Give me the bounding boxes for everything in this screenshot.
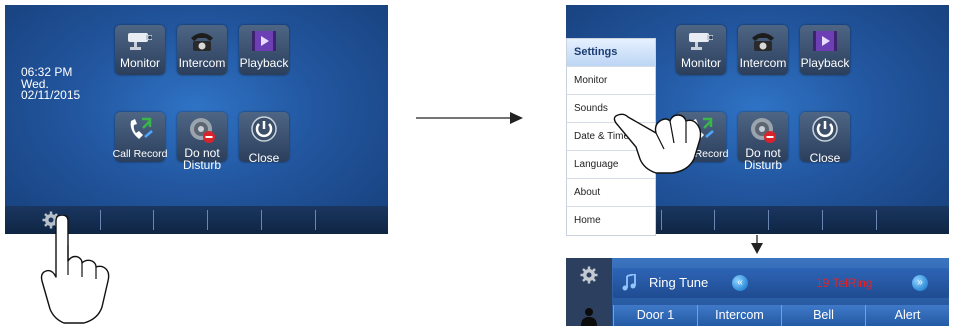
- film-icon: [252, 31, 276, 51]
- tile-close[interactable]: Close: [800, 112, 850, 164]
- film-icon: [813, 31, 837, 51]
- tab-bell[interactable]: Bell: [781, 305, 865, 326]
- tile-dnd-label-2: Disturb: [743, 158, 782, 172]
- clock-date: 02/11/2015: [21, 88, 81, 102]
- music-note-icon: [622, 274, 636, 291]
- next-tone-button[interactable]: »: [912, 275, 928, 291]
- tile-close[interactable]: Close: [239, 112, 289, 164]
- taskbar-divider: [876, 210, 877, 230]
- tile-monitor[interactable]: Monitor: [115, 25, 165, 75]
- hand-pointer-icon: [40, 215, 110, 324]
- power-icon: [812, 116, 838, 142]
- taskbar-divider: [261, 210, 262, 230]
- tab-alert[interactable]: Alert: [865, 305, 949, 326]
- call-record-icon: [130, 117, 153, 139]
- tile-do-not-disturb[interactable]: Do not Disturb: [177, 112, 227, 171]
- camera-icon: [128, 33, 152, 50]
- tile-call-record[interactable]: Call Record: [113, 112, 167, 162]
- tile-monitor-label: Monitor: [119, 56, 160, 70]
- menu-item-about[interactable]: About: [567, 178, 655, 206]
- clock: 06:32 PM Wed. 02/11/2015: [21, 66, 81, 102]
- ring-tune-row: Ring Tune « 19 TelRing »: [613, 268, 949, 298]
- tile-dnd-label-2: Disturb: [182, 158, 221, 172]
- camera-icon: [689, 33, 713, 50]
- taskbar-divider: [661, 210, 662, 230]
- ring-tune-label: Ring Tune: [649, 275, 709, 290]
- ring-tune-panel: Ring Tune « 19 TelRing » Door 1 Intercom…: [566, 258, 949, 326]
- taskbar-divider: [768, 210, 769, 230]
- speaker-muted-icon: [190, 118, 215, 143]
- ring-tune-value: 19 TelRing: [816, 276, 873, 290]
- settings-menu-title: Settings: [567, 39, 655, 66]
- tile-intercom-label: Intercom: [739, 56, 787, 70]
- tile-call-record-label: Call Record: [112, 148, 168, 160]
- tab-intercom[interactable]: Intercom: [697, 305, 781, 326]
- contact-icon[interactable]: [580, 306, 598, 326]
- hand-pointer-icon: [613, 113, 702, 174]
- phone-icon: [191, 33, 213, 51]
- tile-do-not-disturb[interactable]: Do not Disturb: [738, 112, 788, 171]
- tile-monitor-label: Monitor: [680, 56, 721, 70]
- tile-playback[interactable]: Playback: [239, 25, 289, 75]
- tab-door-1[interactable]: Door 1: [613, 305, 697, 326]
- tile-playback[interactable]: Playback: [800, 25, 850, 75]
- taskbar-divider: [714, 210, 715, 230]
- tile-intercom[interactable]: Intercom: [177, 25, 227, 75]
- menu-item-home[interactable]: Home: [567, 206, 655, 234]
- power-icon: [251, 116, 277, 142]
- taskbar-divider: [822, 210, 823, 230]
- tile-intercom-label: Intercom: [178, 56, 226, 70]
- tile-playback-label: Playback: [800, 56, 850, 70]
- taskbar-divider: [153, 210, 154, 230]
- tile-playback-label: Playback: [239, 56, 289, 70]
- gear-icon[interactable]: [580, 266, 598, 284]
- ring-panel-sidebar: [566, 258, 612, 326]
- taskbar-divider: [315, 210, 316, 230]
- tile-intercom[interactable]: Intercom: [738, 25, 788, 75]
- prev-tone-button[interactable]: «: [732, 275, 748, 291]
- taskbar-divider: [207, 210, 208, 230]
- speaker-muted-icon: [751, 118, 776, 143]
- home-screen-left: 06:32 PM Wed. 02/11/2015 Monitor Interco…: [5, 5, 388, 234]
- tile-monitor[interactable]: Monitor: [676, 25, 726, 75]
- phone-icon: [752, 33, 774, 51]
- menu-item-monitor[interactable]: Monitor: [567, 66, 655, 94]
- tile-close-label: Close: [809, 151, 841, 165]
- ring-tabs: Door 1 Intercom Bell Alert: [613, 305, 949, 326]
- tile-close-label: Close: [248, 151, 280, 165]
